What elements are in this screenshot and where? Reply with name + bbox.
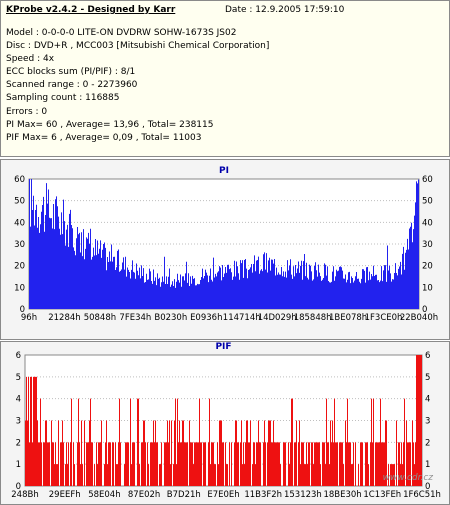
x-tick-label: 87E02h <box>128 490 160 500</box>
scan-date: Date : 12.9.2005 17:59:10 <box>225 5 345 15</box>
range-line: Scanned range : 0 - 2273960 <box>6 80 138 91</box>
y-tick-label-left: 2 <box>16 438 21 448</box>
x-tick-label: 114714h <box>223 313 261 323</box>
x-tick-label: 50848h <box>84 313 116 323</box>
x-tick-label: 1C13FEh <box>363 490 401 500</box>
watermark-text: www.cdr.cz <box>383 473 434 483</box>
app-title: KProbe v2.4.2 - Designed by Karr <box>6 5 176 15</box>
y-tick-label-left: 4 <box>16 395 21 405</box>
y-tick-label-right: 60 <box>422 175 433 185</box>
x-tick-label: 185848h <box>294 313 332 323</box>
x-tick-label: 18BE30h <box>323 490 361 500</box>
chart-title: PI <box>219 166 229 176</box>
y-tick-label-right: 50 <box>422 197 433 207</box>
pi-chart: PI0 010 1020 2030 3040 4050 5060 6096h 21284h 508… <box>14 166 438 323</box>
y-tick-label-left: 60 <box>14 175 25 185</box>
y-tick-label-right: 5 <box>425 373 430 383</box>
y-tick-label-right: 30 <box>422 240 433 250</box>
chart-title: PIF <box>215 342 231 352</box>
x-tick-label: B0230h <box>154 313 187 323</box>
y-tick-label-right: 6 <box>425 351 430 361</box>
x-tick-label: 29EEFh <box>49 490 81 500</box>
y-tick-label-left: 3 <box>16 417 21 427</box>
x-tick-label: 1F6C51h <box>403 490 441 500</box>
x-tick-label: B7D21h <box>167 490 201 500</box>
y-tick-label-left: 10 <box>14 283 25 293</box>
errors-line: Errors : 0 <box>6 106 48 117</box>
y-tick-label-left: 1 <box>16 460 21 470</box>
x-tick-label: 153123h <box>284 490 322 500</box>
x-tick-label: E7E0Eh <box>207 490 239 500</box>
y-tick-label-right: 1 <box>425 460 430 470</box>
y-tick-label-left: 20 <box>14 262 25 272</box>
model-line: Model : 0-0-0-0 LITE-ON DVDRW SOHW-1673S… <box>6 28 237 38</box>
x-tick-label: 11B3F2h <box>244 490 282 500</box>
y-tick-label-left: 50 <box>14 197 25 207</box>
y-tick-label-right: 2 <box>425 438 430 448</box>
x-tick-label: 248Bh <box>11 490 38 500</box>
x-tick-label: 7FE34h <box>119 313 151 323</box>
x-tick-label: 1BE078h <box>329 313 367 323</box>
x-tick-label: 22B040h <box>400 313 438 323</box>
y-tick-label-left: 6 <box>16 351 21 361</box>
sampling-line: Sampling count : 116885 <box>6 93 120 104</box>
speed-line: Speed : 4x <box>6 54 55 65</box>
x-tick-label: 96h <box>21 313 37 323</box>
disc-info-panel: KProbe v2.4.2 - Designed by Karr Date : … <box>0 0 450 157</box>
pif-chart: PIF0 01 12 23 34 45 56 6248Bh 29EEFh 58E04h 87E02h… <box>11 342 441 500</box>
x-tick-label: 58E04h <box>88 490 120 500</box>
y-tick-label-left: 30 <box>14 240 25 250</box>
pif-stats-line: PIF Max= 6 , Average= 0,09 , Total= 1100… <box>6 132 202 143</box>
x-tick-label: 14D029h <box>258 313 297 323</box>
x-tick-label: E0936h <box>190 313 222 323</box>
info-lines: Model : 0-0-0-0 LITE-ON DVDRW SOHW-1673S… <box>6 27 269 145</box>
y-tick-label-right: 3 <box>425 417 430 427</box>
y-tick-label-left: 40 <box>14 218 25 228</box>
pi-chart-panel: PI 0 0 10 10 20 20 30 30 40 40 50 50 60 60 96h 21284h 508… <box>0 159 450 340</box>
disc-line: Disc : DVD+R , MCC003 [Mitsubishi Chemic… <box>6 41 270 52</box>
y-tick-label-right: 10 <box>422 283 433 293</box>
y-tick-label-right: 20 <box>422 262 433 272</box>
y-tick-label-right: 40 <box>422 218 433 228</box>
x-tick-label: 1F3CE0h <box>365 313 403 323</box>
ecc-line: ECC blocks sum (PI/PIF) : 8/1 <box>6 67 136 78</box>
x-tick-label: 21284h <box>48 313 80 323</box>
y-tick-label-right: 4 <box>425 395 430 405</box>
pif-chart-panel: PIF 0 0 1 1 2 2 3 3 4 4 5 5 6 6 248Bh 29EEFh 58E04h 87E02h… <box>0 341 450 505</box>
pi-stats-line: PI Max= 60 , Average= 13,96 , Total= 238… <box>6 119 214 130</box>
y-tick-label-left: 5 <box>16 373 21 383</box>
